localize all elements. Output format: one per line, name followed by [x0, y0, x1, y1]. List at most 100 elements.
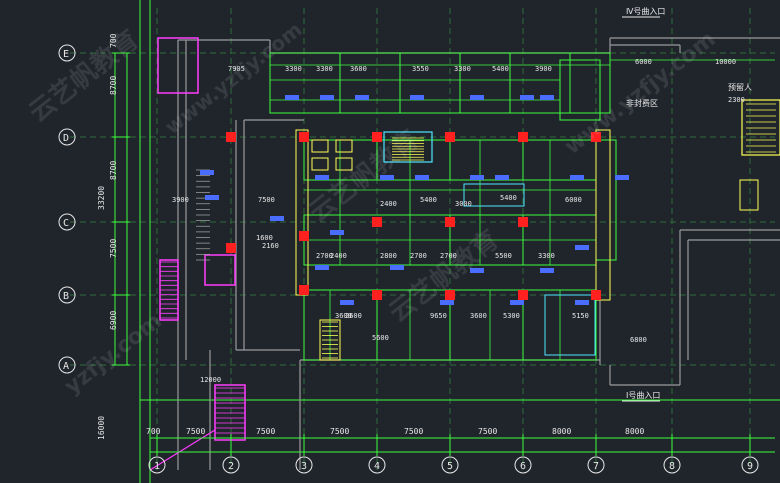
dim-text-bottom: 7500: [478, 427, 497, 436]
room-name-label: [390, 265, 404, 270]
structural-column: [372, 132, 382, 142]
dim-text-left: 6900: [109, 311, 118, 330]
room-outline: [595, 139, 617, 261]
dim-text-inner: 5300: [503, 312, 520, 320]
room-name-label: [315, 265, 329, 270]
room-name-label: [540, 95, 554, 100]
dim-text-top: 5400: [492, 65, 509, 73]
room-outline: [339, 52, 401, 114]
room-name-label: [330, 230, 344, 235]
dim-text-inner: 5500: [495, 252, 512, 260]
dim-text-top: 7905: [228, 65, 245, 73]
dim-text-left: 16000: [97, 416, 106, 440]
room-name-label: [615, 175, 629, 180]
dim-text-inner: 5600: [372, 334, 389, 342]
axis-bubble-label: A: [63, 361, 69, 372]
structural-column: [445, 132, 455, 142]
dim-text-inner: 6800: [630, 336, 647, 344]
room-name-label: [470, 268, 484, 273]
dim-text-left: 8700: [109, 76, 118, 95]
room-name-label: [575, 300, 589, 305]
dim-text-top: 3300: [285, 65, 302, 73]
dim-text-inner: 2800: [380, 252, 397, 260]
room-name-label: [575, 245, 589, 250]
dim-text-left: 700: [109, 33, 118, 48]
structural-column: [591, 290, 601, 300]
structural-column: [518, 132, 528, 142]
room-name-label: [315, 175, 329, 180]
room-name-label: [200, 170, 214, 175]
fixture-block: [311, 157, 329, 171]
room-outline: [522, 139, 597, 181]
room-name-label: [380, 175, 394, 180]
dim-text-top: 6000: [635, 58, 652, 66]
entrance-label-north: Ⅳ号曲入口: [626, 6, 665, 16]
dim-text-inner: 3000: [455, 200, 472, 208]
dim-text-top: 3300: [316, 65, 333, 73]
structural-column: [226, 132, 236, 142]
room-name-label: [470, 95, 484, 100]
room-outline: [269, 52, 611, 114]
dim-text-inner: 1600: [256, 234, 273, 242]
room-outline: [399, 52, 461, 114]
dim-text-bottom: 8000: [552, 427, 571, 436]
dim-text-inner: 3600: [470, 312, 487, 320]
entrance-label-south: Ⅰ号曲入口: [626, 390, 660, 400]
wall-lines: [177, 37, 780, 470]
structural-column: [445, 290, 455, 300]
structural-column: [591, 132, 601, 142]
room-name-label: [415, 175, 429, 180]
room-name-label: [470, 175, 484, 180]
fixture-block: [335, 157, 353, 171]
dim-text-top: 3900: [535, 65, 552, 73]
dim-text-top: 3550: [412, 65, 429, 73]
dim-text-inner: 9650: [430, 312, 447, 320]
dim-text-left: 33200: [97, 186, 106, 210]
floor-plan-drawing: E D C B A 1 2 3 4 5 6 7 8 9 700 8700 8700 7500 6900 33200 1…: [58, 0, 780, 483]
dim-text-bottom: 7500: [256, 427, 275, 436]
dim-text-inner: 2600: [345, 312, 362, 320]
structural-column: [299, 132, 309, 142]
dim-text-inner: 6000: [565, 196, 582, 204]
column-line-yellow: [595, 129, 611, 301]
column-line-yellow: [295, 129, 309, 296]
dim-text-top: 3300: [454, 65, 471, 73]
equipment-outline: [739, 179, 759, 211]
dim-text-inner: 2160: [262, 242, 279, 250]
room-name-label: [495, 175, 509, 180]
annotation-text: 700 8700 8700 7500 6900 33200 16000 700 7500 7500…: [97, 6, 752, 440]
structural-column: [518, 290, 528, 300]
room-outline: [376, 289, 451, 361]
axis-bubble-label: 3: [301, 461, 307, 472]
room-name-label: [205, 195, 219, 200]
dim-text-inner: 12000: [200, 376, 221, 384]
zone-label: 非封费区: [626, 98, 658, 108]
dim-text-left: 8700: [109, 161, 118, 180]
axis-bubble-label: 4: [374, 461, 380, 472]
dim-text-inner: 2700: [440, 252, 457, 260]
room-name-label: [355, 95, 369, 100]
structural-column: [226, 243, 236, 253]
dim-text-inner: 5400: [500, 194, 517, 202]
axis-bubble-label: 7: [593, 461, 599, 472]
dim-text-top: 10000: [715, 58, 736, 66]
axis-bubbles: E D C B A 1 2 3 4 5 6 7 8 9: [58, 44, 759, 474]
dim-text-inner: 7500: [258, 196, 275, 204]
room-name-label: [270, 216, 284, 221]
structural-column: [372, 290, 382, 300]
structural-column: [372, 217, 382, 227]
dim-text-inner: 5150: [572, 312, 589, 320]
axis-bubble-label: D: [63, 133, 69, 144]
dim-text-bottom: 7500: [404, 427, 423, 436]
axis-bubble-label: 9: [747, 461, 753, 472]
dim-text-top: 3600: [350, 65, 367, 73]
dim-text-inner: 2400: [330, 252, 347, 260]
equipment-outline: [741, 99, 780, 156]
room-outline: [509, 52, 571, 114]
room-name-label: [510, 300, 524, 305]
room-name-label: [440, 300, 454, 305]
dim-text-bottom: 700: [146, 427, 161, 436]
dim-text-bottom: 8000: [625, 427, 644, 436]
structural-column: [299, 285, 309, 295]
dim-text-bottom: 7500: [330, 427, 349, 436]
